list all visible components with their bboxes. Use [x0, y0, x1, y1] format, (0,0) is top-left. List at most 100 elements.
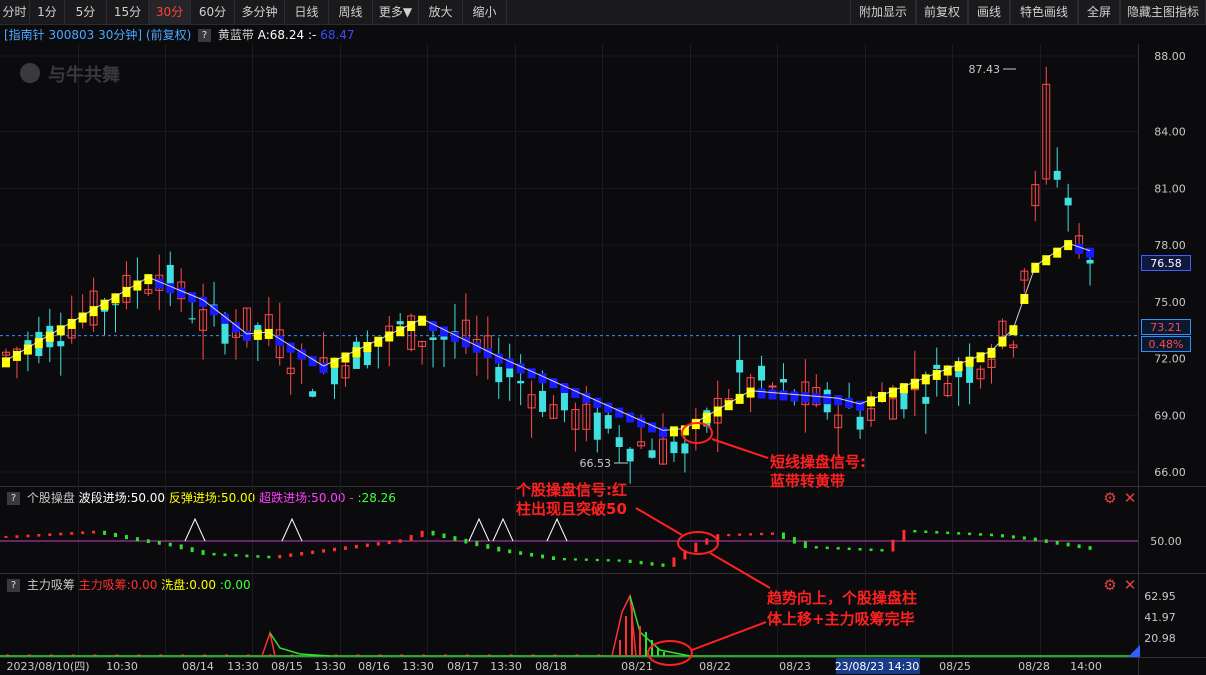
indicator1-bar	[979, 533, 983, 536]
indicator1-bar	[573, 558, 577, 561]
period-button-6[interactable]: 多分钟	[235, 0, 285, 24]
close-icon[interactable]: ✕	[1122, 577, 1138, 593]
period-button-7[interactable]: 日线	[285, 0, 329, 24]
indicator1-bar	[792, 537, 796, 544]
time-axis-label: 13:30	[490, 660, 522, 673]
candle-body	[385, 325, 394, 339]
candle-body	[987, 358, 996, 369]
candle-body	[659, 438, 667, 465]
indicator1-bar	[1088, 546, 1092, 550]
indicator1-bar	[650, 562, 654, 566]
indicator1-bar	[694, 542, 698, 553]
indicator1-bar	[420, 530, 424, 538]
indicator1-bar	[1066, 542, 1070, 547]
price-tick-label: 66.00	[1154, 466, 1186, 479]
time-axis-label: 08/28	[1018, 660, 1050, 673]
indicator1-bar	[1011, 535, 1015, 539]
help-icon[interactable]: ?	[7, 579, 20, 592]
indicator1-c: 超跌进场:50.00	[259, 491, 346, 505]
candle-body	[341, 365, 350, 379]
band-segment	[418, 315, 427, 326]
period-button-3[interactable]: 15分	[107, 0, 149, 24]
band-segment	[549, 378, 558, 389]
candle-body	[264, 314, 273, 333]
indicator1-bar	[935, 531, 939, 534]
period-button-1[interactable]: 1分	[30, 0, 65, 24]
period-button-8[interactable]: 周线	[329, 0, 373, 24]
gear-icon[interactable]: ⚙	[1102, 577, 1118, 593]
candle-body	[648, 450, 656, 458]
price-tick-label: 78.00	[1154, 239, 1186, 252]
candle-body	[155, 274, 164, 291]
band-segment	[505, 358, 514, 369]
period-button-11[interactable]: 缩小	[463, 0, 507, 24]
close-icon[interactable]: ✕	[1122, 490, 1138, 506]
band-segment	[133, 280, 142, 291]
indicator1-bar	[475, 541, 479, 547]
candle-body	[396, 321, 404, 325]
period-button-9[interactable]: 更多▼	[373, 0, 419, 24]
candle-body	[472, 338, 481, 349]
indicator1-bar	[771, 532, 774, 535]
candle-body	[713, 397, 722, 424]
help-icon[interactable]: ?	[198, 29, 212, 42]
candle-body	[571, 409, 580, 430]
period-button-10[interactable]: 放大	[419, 0, 463, 24]
indicator1-bar	[387, 540, 391, 545]
tool-button-3[interactable]: 特色画线	[1010, 0, 1078, 24]
indicator2-decay	[269, 632, 331, 657]
indicator1-bar	[343, 546, 347, 550]
band-segment	[659, 427, 667, 438]
indicator1-bar	[223, 553, 227, 557]
band-segment	[461, 337, 470, 348]
indicator1-bar	[4, 535, 8, 538]
candle-body	[746, 377, 755, 392]
band-segment	[1042, 255, 1051, 266]
band-segment	[89, 306, 98, 317]
annotation-arrow	[635, 507, 683, 536]
band-segment	[560, 383, 569, 394]
candle-body	[2, 351, 10, 356]
period-button-5[interactable]: 60分	[191, 0, 235, 24]
indicator1-bar	[1022, 536, 1026, 540]
tool-button-2[interactable]: 画线	[968, 0, 1010, 24]
band-segment	[746, 387, 755, 398]
candle-body	[506, 366, 514, 378]
tool-button-0[interactable]: 附加显示	[850, 0, 916, 24]
candle-body	[955, 366, 963, 378]
candle-body	[626, 448, 634, 462]
indicator2-decay	[629, 595, 691, 657]
band-segment	[221, 313, 229, 324]
period-button-0[interactable]: 分时	[0, 0, 30, 24]
gear-icon[interactable]: ⚙	[1102, 490, 1118, 506]
band-segment	[527, 368, 536, 379]
period-button-2[interactable]: 5分	[65, 0, 107, 24]
band-segment	[757, 388, 766, 399]
indicator2-c: :0.00	[219, 578, 251, 592]
tool-button-1[interactable]: 前复权	[916, 0, 968, 24]
period-button-4[interactable]: 30分	[149, 0, 191, 24]
band-segment	[67, 318, 76, 329]
candle-body	[801, 381, 810, 406]
indicator1-bar	[562, 558, 566, 561]
tool-button-5[interactable]: 隐藏主图指标	[1120, 0, 1206, 24]
band-segment	[341, 352, 350, 363]
indicator1-bar	[311, 550, 315, 555]
band-segment	[1020, 293, 1029, 304]
band-segment	[582, 392, 591, 403]
candle-body	[1086, 259, 1094, 264]
help-icon[interactable]: ?	[7, 492, 20, 505]
candle-body	[177, 281, 186, 300]
band-segment	[12, 350, 21, 361]
indicator1-bar	[70, 532, 74, 535]
indicator1-bar	[530, 552, 534, 557]
indicator1-bar	[431, 530, 435, 536]
indicator1-b: 反弹进场:50.00	[168, 491, 256, 505]
band-segment	[319, 363, 328, 373]
band-segment	[1009, 325, 1018, 336]
low-price-label: 66.53	[580, 457, 612, 470]
tool-button-4[interactable]: 全屏	[1078, 0, 1120, 24]
watermark-bull-icon	[20, 63, 40, 83]
candle-body	[998, 320, 1007, 339]
band-segment	[100, 299, 109, 310]
